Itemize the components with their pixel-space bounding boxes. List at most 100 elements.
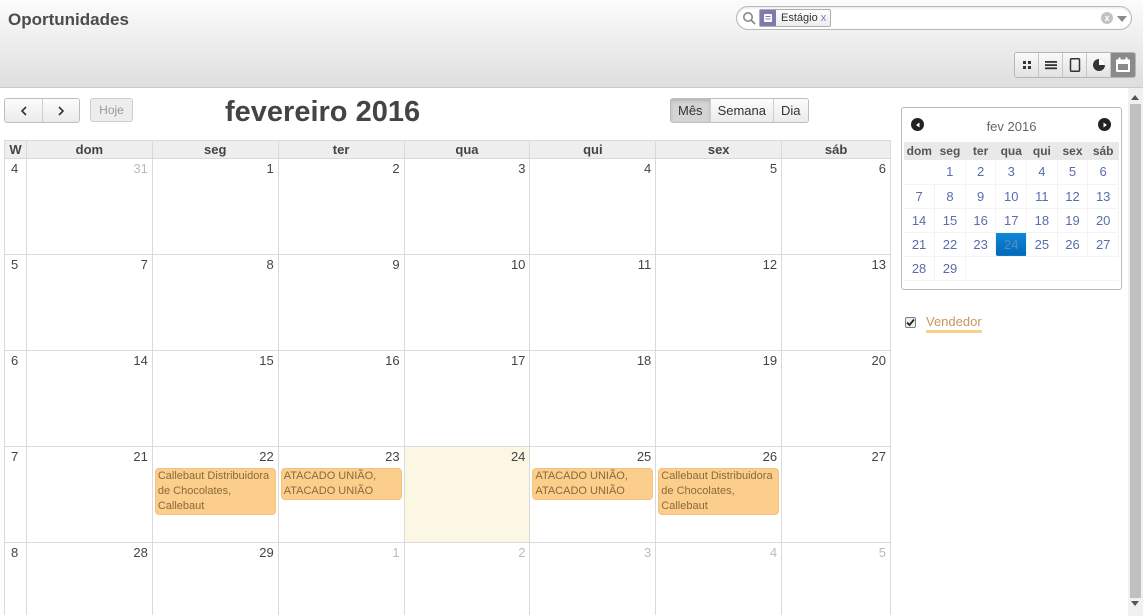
today-button[interactable]: Hoje [90, 98, 133, 122]
day-cell[interactable]: 19 [656, 351, 783, 446]
day-cell[interactable]: 4 [656, 543, 783, 615]
day-cell[interactable]: 9 [279, 255, 405, 350]
day-cell[interactable]: 28 [27, 543, 153, 615]
scrollbar-thumb[interactable] [1130, 104, 1141, 598]
day-header: qua [405, 141, 531, 158]
mini-day-empty [995, 256, 1027, 281]
search-dropdown-toggle[interactable] [1117, 16, 1127, 22]
day-number: 12 [762, 257, 778, 272]
mini-day[interactable]: 22 [934, 232, 966, 257]
mini-day-empty [965, 256, 996, 281]
mini-day[interactable]: 18 [1026, 208, 1058, 233]
form-view-button[interactable] [1063, 53, 1087, 77]
day-cell[interactable]: 20 [782, 351, 892, 446]
mini-day[interactable]: 13 [1087, 184, 1119, 209]
day-cell[interactable]: 1 [153, 159, 279, 254]
day-number: 15 [259, 353, 274, 368]
mini-day-selected[interactable]: 24 [995, 232, 1028, 257]
mini-day[interactable]: 4 [1026, 160, 1058, 185]
mini-day[interactable]: 21 [904, 232, 936, 257]
search-clear-button[interactable]: x [1101, 12, 1113, 24]
mini-day[interactable]: 14 [904, 208, 936, 233]
month-mode-button[interactable]: Mês [671, 99, 710, 122]
day-cell[interactable]: 22 Callebaut Distribuidora de Chocolates,… [153, 447, 279, 542]
scrollbar[interactable] [1128, 88, 1143, 616]
mini-day[interactable]: 15 [934, 208, 966, 233]
day-number: 19 [762, 353, 778, 368]
scroll-up-arrow-icon[interactable] [1131, 95, 1139, 100]
day-number: 31 [133, 161, 148, 176]
mini-day[interactable]: 12 [1057, 184, 1089, 209]
day-cell[interactable]: 29 [153, 543, 279, 615]
mini-day[interactable]: 28 [904, 256, 936, 281]
mini-day[interactable]: 7 [904, 184, 936, 209]
mini-day[interactable]: 9 [965, 184, 997, 209]
mini-day[interactable]: 3 [995, 160, 1028, 185]
day-cell[interactable]: 26 Callebaut Distribuidora de Chocolates,… [656, 447, 783, 542]
mini-day[interactable]: 26 [1057, 232, 1089, 257]
day-cell[interactable]: 5 [656, 159, 783, 254]
day-cell[interactable]: 6 [782, 159, 892, 254]
mini-day[interactable]: 11 [1026, 184, 1058, 209]
mini-day[interactable]: 29 [934, 256, 966, 281]
day-cell[interactable]: 16 [279, 351, 405, 446]
day-number: 11 [637, 257, 652, 272]
day-cell[interactable]: 4 [530, 159, 657, 254]
day-cell[interactable]: 1 [279, 543, 405, 615]
search-facet[interactable]: Estágio x [759, 9, 832, 27]
day-number: 1 [266, 161, 274, 176]
day-cell[interactable]: 12 [656, 255, 783, 350]
calendar-event[interactable]: ATACADO UNIÃO, ATACADO UNIÃO [532, 468, 654, 500]
day-cell[interactable]: 2 [279, 159, 405, 254]
search-bar[interactable]: Estágio x x [736, 6, 1132, 30]
mini-day[interactable]: 20 [1087, 208, 1119, 233]
day-cell[interactable]: 27 [782, 447, 892, 542]
day-cell[interactable]: 10 [405, 255, 531, 350]
calendar-event[interactable]: ATACADO UNIÃO, ATACADO UNIÃO [280, 468, 402, 500]
calendar-event[interactable]: Callebaut Distribuidora de Chocolates, C… [154, 468, 276, 515]
day-cell[interactable]: 3 [405, 159, 531, 254]
mini-day[interactable]: 16 [965, 208, 997, 233]
list-view-button[interactable] [1039, 53, 1063, 77]
mini-day[interactable]: 19 [1057, 208, 1089, 233]
day-cell[interactable]: 2 [405, 543, 531, 615]
mini-day[interactable]: 10 [995, 184, 1028, 209]
facet-remove-button[interactable]: x [821, 12, 831, 24]
mini-day[interactable]: 5 [1057, 160, 1089, 185]
mini-day[interactable]: 17 [995, 208, 1028, 233]
mini-day[interactable]: 6 [1087, 160, 1119, 185]
calendar-view-button[interactable] [1111, 53, 1135, 77]
day-cell[interactable]: 8 [153, 255, 279, 350]
graph-view-button[interactable] [1087, 53, 1111, 77]
week-mode-button[interactable]: Semana [709, 99, 773, 122]
next-month-button[interactable] [42, 99, 79, 122]
day-cell[interactable]: 13 [782, 255, 892, 350]
mini-day[interactable]: 8 [934, 184, 966, 209]
day-cell[interactable]: 21 [27, 447, 153, 542]
legend-checkbox[interactable] [905, 317, 916, 328]
day-cell[interactable]: 31 [27, 159, 153, 254]
day-cell[interactable]: 18 [530, 351, 657, 446]
day-cell[interactable]: 23 ATACADO UNIÃO, ATACADO UNIÃO [279, 447, 405, 542]
mini-day[interactable]: 27 [1087, 232, 1119, 257]
day-cell[interactable]: 11 [530, 255, 657, 350]
mini-next-button[interactable] [1098, 118, 1111, 131]
day-cell[interactable]: 17 [405, 351, 531, 446]
day-cell[interactable]: 3 [530, 543, 657, 615]
calendar-event[interactable]: Callebaut Distribuidora de Chocolates, C… [658, 468, 780, 515]
mini-day[interactable]: 2 [965, 160, 997, 185]
day-cell[interactable]: 25 ATACADO UNIÃO, ATACADO UNIÃO [530, 447, 657, 542]
prev-month-button[interactable] [5, 99, 42, 122]
mini-day[interactable]: 1 [934, 160, 966, 185]
scroll-down-arrow-icon[interactable] [1131, 601, 1139, 606]
kanban-view-button[interactable] [1015, 53, 1039, 77]
mini-day[interactable]: 23 [965, 232, 997, 257]
day-cell[interactable]: 15 [153, 351, 279, 446]
day-cell[interactable]: 14 [27, 351, 153, 446]
legend-label[interactable]: Vendedor [926, 314, 982, 333]
day-mode-button[interactable]: Dia [772, 99, 808, 122]
day-cell[interactable]: 5 [782, 543, 892, 615]
mini-day[interactable]: 25 [1026, 232, 1058, 257]
day-cell[interactable]: 7 [27, 255, 153, 350]
day-cell-today[interactable]: 24 [404, 447, 531, 542]
